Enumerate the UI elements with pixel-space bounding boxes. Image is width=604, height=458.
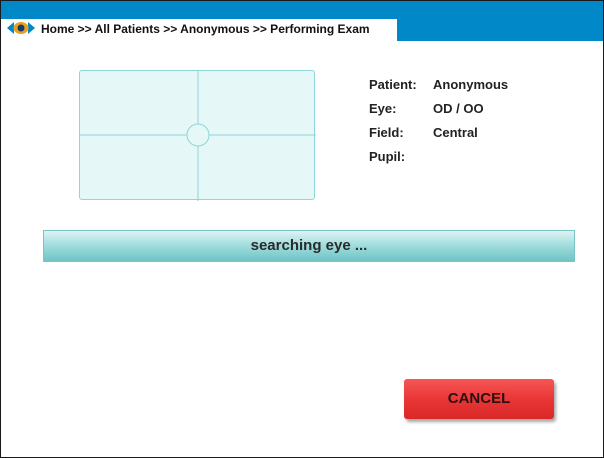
exam-window: Home >> All Patients >> Anonymous >> Per…	[0, 0, 604, 458]
field-value: Central	[433, 125, 478, 140]
breadcrumb-tab: Home >> All Patients >> Anonymous >> Per…	[1, 1, 397, 41]
cancel-button[interactable]: CANCEL	[404, 379, 554, 419]
patient-label: Patient:	[369, 77, 417, 92]
breadcrumb[interactable]: Home >> All Patients >> Anonymous >> Per…	[41, 21, 370, 37]
eye-label: Eye:	[369, 101, 397, 116]
status-bar: searching eye ...	[43, 230, 575, 262]
field-label: Field:	[369, 125, 404, 140]
patient-value: Anonymous	[433, 77, 509, 92]
pupil-label: Pupil:	[369, 149, 406, 164]
eye-value: OD / OO	[433, 101, 484, 116]
fixation-target-view	[79, 70, 316, 201]
eye-icon	[7, 22, 35, 34]
